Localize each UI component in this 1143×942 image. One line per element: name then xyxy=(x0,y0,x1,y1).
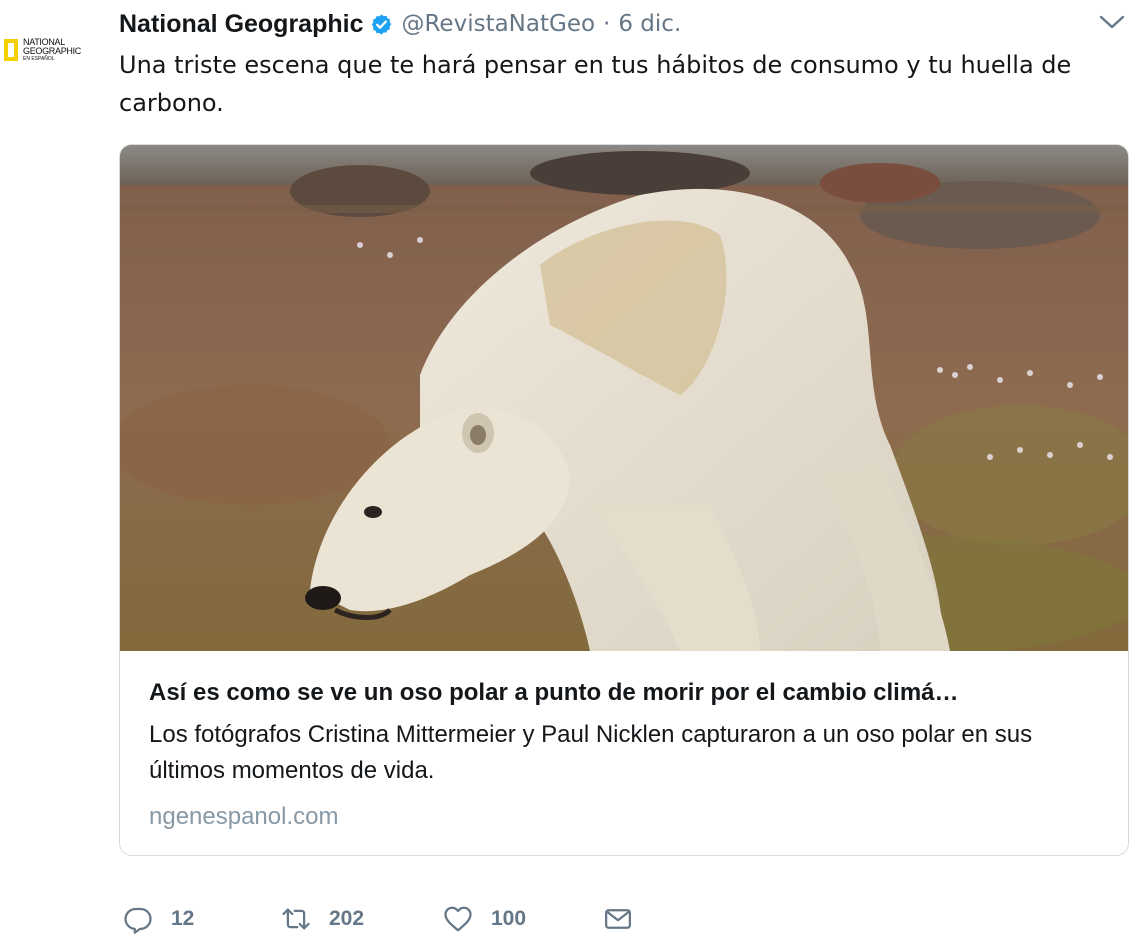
card-title[interactable]: Así es como se ve un oso polar a punto d… xyxy=(149,679,1109,707)
author-handle[interactable]: @RevistaNatGeo xyxy=(401,11,595,37)
natgeo-logo-frame xyxy=(4,39,18,61)
retweet-count: 202 xyxy=(329,907,365,930)
verified-badge-icon xyxy=(372,13,392,35)
envelope-icon xyxy=(605,909,631,929)
link-card[interactable]: Así es como se ve un oso polar a punto d… xyxy=(119,144,1129,856)
reply-button[interactable]: 12 xyxy=(123,896,194,942)
avatar[interactable]: NATIONAL GEOGRAPHIC EN ESPAÑOL xyxy=(4,32,96,68)
retweet-icon xyxy=(282,908,310,930)
direct-message-button[interactable] xyxy=(603,896,633,942)
reply-count: 12 xyxy=(171,907,195,930)
tweet-actions: 12 202 100 xyxy=(119,896,719,942)
retweet-button[interactable]: 202 xyxy=(281,896,364,942)
heart-icon xyxy=(444,906,472,932)
tweet-header: National Geographic @RevistaNatGeo · 6 d… xyxy=(119,8,681,40)
like-count: 100 xyxy=(491,907,527,930)
card-body[interactable]: Así es como se ve un oso polar a punto d… xyxy=(120,651,1128,855)
card-description: Los fotógrafos Cristina Mittermeier y Pa… xyxy=(149,721,1033,784)
author-name[interactable]: National Geographic xyxy=(119,10,363,39)
card-domain: ngenespanol.com xyxy=(149,803,339,830)
chevron-down-icon[interactable] xyxy=(1099,14,1125,30)
tweet-date[interactable]: 6 dic. xyxy=(618,11,681,37)
natgeo-logo-wordmark: NATIONAL GEOGRAPHIC EN ESPAÑOL xyxy=(23,37,82,62)
card-image[interactable] xyxy=(120,145,1128,651)
tweet-text: Una triste escena que te hará pensar en … xyxy=(119,51,1072,117)
polar-bear-photo xyxy=(120,145,1128,651)
header-separator: · xyxy=(603,11,611,37)
like-button[interactable]: 100 xyxy=(443,896,526,942)
reply-icon xyxy=(124,907,152,934)
